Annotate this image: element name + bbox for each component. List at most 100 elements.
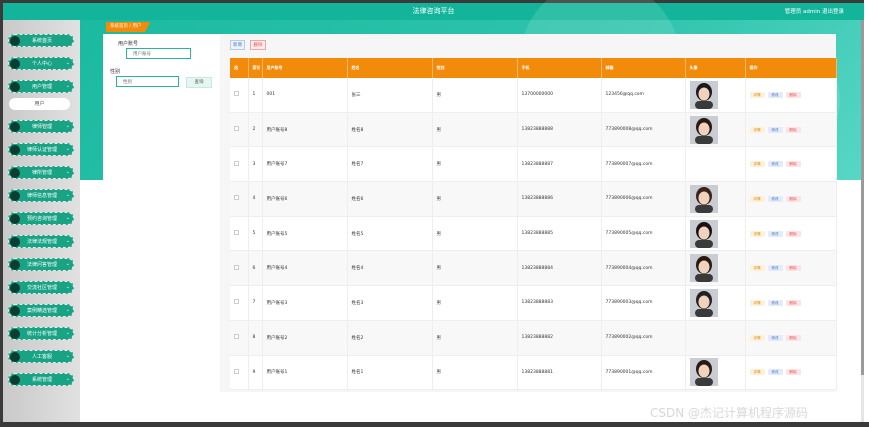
chevron-down-icon: ⌄ bbox=[65, 284, 70, 290]
sidebar-item[interactable]: 案例精选管理 ⌄ bbox=[8, 304, 74, 317]
user-info-logout[interactable]: 管理员 admin 退出登录 bbox=[785, 7, 844, 15]
detail-button[interactable]: 详情 bbox=[749, 299, 765, 306]
chevron-down-icon: ⌄ bbox=[65, 123, 70, 129]
delete-button[interactable]: 删除 bbox=[785, 334, 801, 341]
account-cell: 001 bbox=[262, 78, 348, 113]
menu-bullet-icon bbox=[10, 329, 20, 339]
detail-button[interactable]: 详情 bbox=[749, 334, 765, 341]
batch-delete-button[interactable]: 删除 bbox=[250, 40, 266, 50]
sidebar-item[interactable]: 律师信息管理 ⌄ bbox=[8, 189, 74, 202]
sidebar-item[interactable]: 法律法规管理 ⌄ bbox=[8, 235, 74, 248]
sidebar-item[interactable]: 系统管理 ⌄ bbox=[8, 373, 74, 386]
edit-button[interactable]: 修改 bbox=[767, 299, 783, 306]
sidebar-item-label: 交流社区管理 bbox=[26, 285, 57, 291]
table-row: 3 用户账号7 姓名7 男 13823888887 773890007@qq.com 详情修… bbox=[230, 146, 837, 183]
account-search-input[interactable] bbox=[126, 48, 191, 59]
delete-button[interactable]: 删除 bbox=[785, 369, 801, 376]
avatar-cell bbox=[685, 78, 746, 113]
menu-bullet-icon bbox=[10, 82, 20, 92]
sidebar-item[interactable]: 用户管理 ⌄ bbox=[8, 80, 74, 93]
detail-button[interactable]: 详情 bbox=[749, 265, 765, 272]
detail-button[interactable]: 详情 bbox=[749, 230, 765, 237]
phone-cell: 13823888888 bbox=[517, 112, 602, 148]
email-cell: 123456@qq.com bbox=[601, 78, 686, 113]
delete-button[interactable]: 删除 bbox=[785, 230, 801, 237]
detail-button[interactable]: 详情 bbox=[749, 369, 765, 376]
index-cell: 5 bbox=[248, 216, 263, 252]
sidebar-item[interactable]: 人工客服 ⌄ bbox=[8, 350, 74, 363]
menu-bullet-icon bbox=[10, 237, 20, 247]
detail-button[interactable]: 详情 bbox=[749, 161, 765, 168]
sidebar-item[interactable]: 法律问答管理 ⌄ bbox=[8, 258, 74, 271]
email-cell: 773890004@qq.com bbox=[601, 250, 686, 287]
edit-button[interactable]: 修改 bbox=[767, 334, 783, 341]
edit-button[interactable]: 修改 bbox=[767, 91, 783, 98]
edit-button[interactable]: 修改 bbox=[767, 369, 783, 376]
menu-bullet-icon bbox=[10, 375, 20, 385]
table-row: 8 用户账号2 姓名2 男 13823888882 773890002@qq.com 详情修… bbox=[230, 320, 837, 356]
delete-button[interactable]: 删除 bbox=[785, 265, 801, 272]
delete-button[interactable]: 删除 bbox=[785, 126, 801, 133]
breadcrumb: 系统首页 / 用户 bbox=[106, 22, 151, 32]
edit-button[interactable]: 修改 bbox=[767, 195, 783, 202]
sidebar-item[interactable]: 律师管理 ⌄ bbox=[8, 120, 74, 133]
gender-cell: 男 bbox=[432, 250, 518, 287]
edit-button[interactable]: 修改 bbox=[767, 161, 783, 168]
delete-button[interactable]: 删除 bbox=[785, 91, 801, 98]
index-header: 索引 bbox=[248, 58, 263, 78]
table-row: 9 用户账号1 姓名1 男 13823888881 773890001@qq.com 详情修… bbox=[230, 355, 837, 391]
breadcrumb-home[interactable]: 系统首页 bbox=[110, 24, 128, 29]
avatar-image bbox=[689, 219, 718, 248]
email-cell: 773890006@qq.com bbox=[601, 181, 686, 217]
delete-button[interactable]: 删除 bbox=[785, 161, 801, 168]
delete-button[interactable]: 删除 bbox=[785, 195, 801, 202]
delete-button[interactable]: 删除 bbox=[785, 299, 801, 306]
breadcrumb-current: 用户 bbox=[132, 24, 142, 29]
sidebar-item[interactable]: 统计分析管理 ⌄ bbox=[8, 327, 74, 340]
menu-bullet-icon bbox=[10, 214, 20, 224]
edit-button[interactable]: 修改 bbox=[767, 126, 783, 133]
select-cell bbox=[230, 355, 249, 391]
sidebar-item[interactable]: 个人中心 ⌄ bbox=[8, 57, 74, 70]
avatar-cell bbox=[685, 320, 746, 356]
chevron-down-icon: ⌄ bbox=[65, 376, 70, 382]
row-checkbox[interactable] bbox=[234, 195, 239, 201]
sidebar-item[interactable]: 系统首页 bbox=[8, 34, 74, 47]
row-checkbox[interactable] bbox=[234, 160, 239, 166]
name-cell: 张三 bbox=[347, 78, 433, 113]
email-cell: 773890003@qq.com bbox=[601, 285, 686, 321]
edit-button[interactable]: 修改 bbox=[767, 230, 783, 237]
row-checkbox[interactable] bbox=[234, 230, 239, 236]
name-cell: 姓名5 bbox=[347, 216, 433, 252]
detail-button[interactable]: 详情 bbox=[749, 195, 765, 202]
sidebar-item[interactable]: 律师认证管理 ⌄ bbox=[8, 143, 74, 156]
search-button[interactable]: 查询 bbox=[186, 77, 212, 88]
sidebar-item[interactable]: 交流社区管理 ⌄ bbox=[8, 281, 74, 294]
menu-bullet-icon bbox=[10, 306, 20, 316]
avatar-cell bbox=[685, 216, 746, 252]
edit-button[interactable]: 修改 bbox=[767, 265, 783, 272]
detail-button[interactable]: 详情 bbox=[749, 126, 765, 133]
row-checkbox[interactable] bbox=[234, 91, 239, 97]
row-checkbox[interactable] bbox=[234, 126, 239, 132]
select-header: 选 bbox=[230, 58, 249, 78]
gender-search-input[interactable] bbox=[116, 76, 179, 87]
row-checkbox[interactable] bbox=[234, 264, 239, 270]
actions-cell: 详情 修改 删除 bbox=[745, 355, 837, 391]
row-checkbox[interactable] bbox=[234, 299, 239, 305]
add-button[interactable]: 新增 bbox=[230, 40, 245, 50]
name-cell: 姓名8 bbox=[347, 112, 433, 148]
top-header: 法律咨询平台 管理员 admin 退出登录 bbox=[3, 3, 864, 20]
sidebar-item[interactable]: 预约咨询管理 ⌄ bbox=[8, 212, 74, 225]
row-checkbox[interactable] bbox=[234, 368, 239, 374]
sidebar-item[interactable]: 律所管理 ⌄ bbox=[8, 166, 74, 179]
sidebar-item-label: 法律法规管理 bbox=[26, 239, 57, 245]
select-cell bbox=[230, 181, 249, 217]
sidebar-subitem-user[interactable]: 用户 bbox=[9, 98, 70, 110]
row-checkbox[interactable] bbox=[234, 334, 239, 340]
actions-cell: 详情 修改 删除 bbox=[745, 181, 837, 217]
detail-button[interactable]: 详情 bbox=[749, 91, 765, 98]
table-row: 4 用户账号6 姓名6 男 13823888886 773890006@qq.com 详情修… bbox=[230, 181, 837, 217]
mouse-cursor-icon: ☝ bbox=[43, 122, 48, 131]
phone-cell: 13823888883 bbox=[517, 285, 602, 321]
